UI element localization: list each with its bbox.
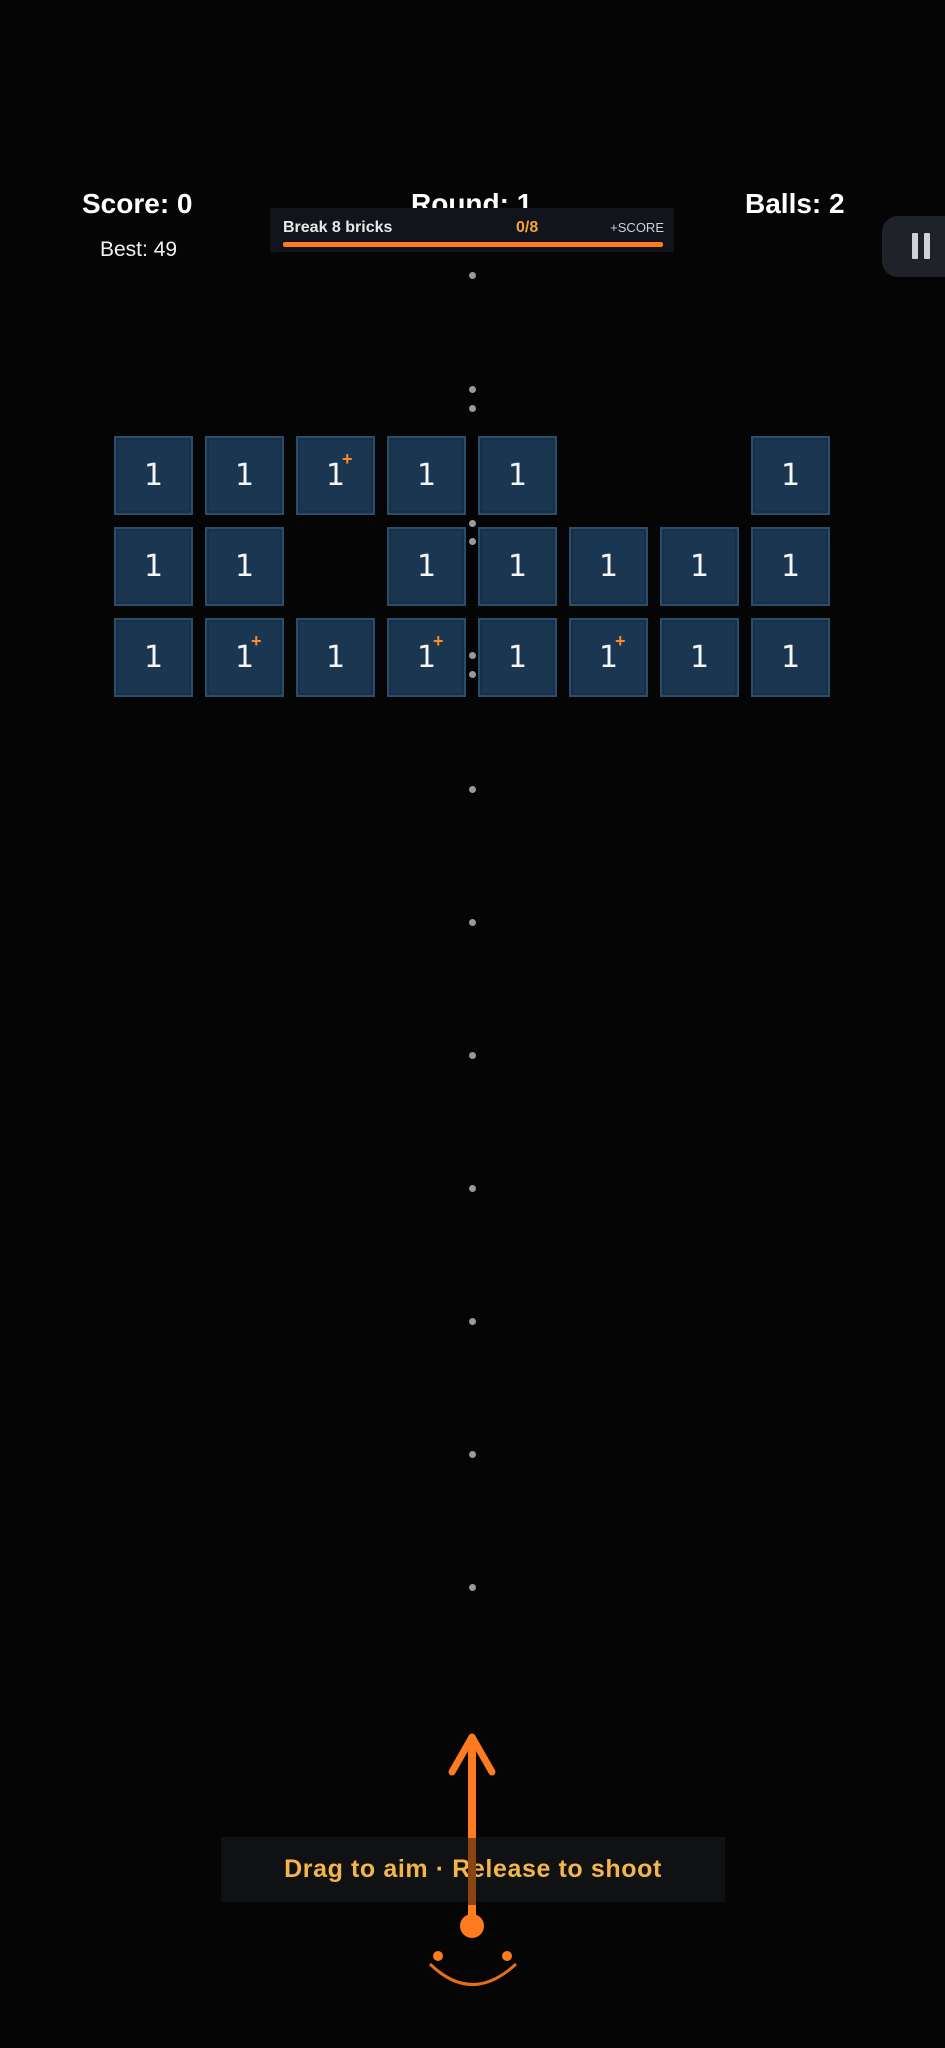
launcher-eye-right [502,1951,512,1961]
launcher-smile-icon [428,1962,518,1986]
launcher-eye-left [433,1951,443,1961]
game-stage[interactable]: Score: 0 Round: 1 Balls: 2 Best: 49 Brea… [0,0,945,2048]
ball [460,1914,484,1938]
launcher[interactable] [0,0,945,2048]
